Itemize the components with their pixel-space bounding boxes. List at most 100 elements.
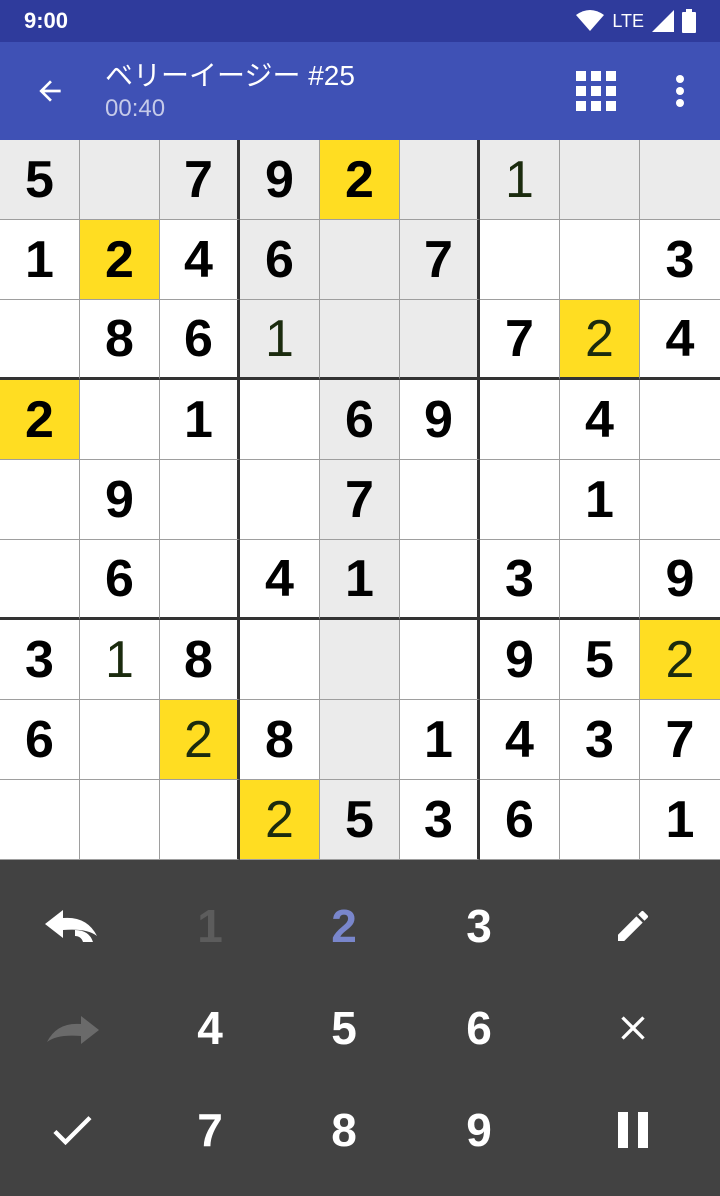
board-cell[interactable]: 9 [480, 620, 560, 700]
board-cell[interactable] [400, 140, 480, 220]
board-cell[interactable] [400, 300, 480, 380]
board-cell[interactable] [640, 460, 720, 540]
board-cell[interactable]: 5 [320, 780, 400, 860]
board-cell[interactable]: 8 [160, 620, 240, 700]
board-cell[interactable]: 4 [240, 540, 320, 620]
board-cell[interactable] [640, 140, 720, 220]
board-cell[interactable]: 7 [400, 220, 480, 300]
board-cell[interactable]: 2 [0, 380, 80, 460]
board-cell[interactable] [160, 460, 240, 540]
grid-icon [576, 71, 616, 111]
redo-button[interactable] [0, 977, 144, 1079]
board-cell[interactable]: 2 [640, 620, 720, 700]
board-cell[interactable] [400, 540, 480, 620]
board-cell[interactable]: 4 [480, 700, 560, 780]
board-cell[interactable]: 2 [80, 220, 160, 300]
board-cell[interactable] [0, 300, 80, 380]
board-cell[interactable] [320, 220, 400, 300]
board-cell[interactable]: 1 [0, 220, 80, 300]
board-cell[interactable]: 5 [560, 620, 640, 700]
board-cell[interactable] [400, 620, 480, 700]
board-cell[interactable]: 9 [400, 380, 480, 460]
board-cell[interactable]: 7 [160, 140, 240, 220]
board-cell[interactable] [480, 380, 560, 460]
board-cell[interactable]: 8 [240, 700, 320, 780]
board-cell[interactable]: 3 [560, 700, 640, 780]
board-cell[interactable]: 6 [320, 380, 400, 460]
board-cell[interactable]: 2 [240, 780, 320, 860]
board-cell[interactable] [240, 460, 320, 540]
board-cell[interactable]: 1 [240, 300, 320, 380]
board-cell[interactable]: 1 [640, 780, 720, 860]
digit-key-4[interactable]: 4 [144, 977, 276, 1079]
board-cell[interactable] [0, 780, 80, 860]
board-cell[interactable]: 6 [80, 540, 160, 620]
digit-key-5[interactable]: 5 [276, 977, 412, 1079]
board-cell[interactable] [80, 140, 160, 220]
digit-key-8[interactable]: 8 [276, 1079, 412, 1181]
erase-button[interactable] [546, 977, 720, 1079]
digit-key-9[interactable]: 9 [412, 1079, 546, 1181]
back-button[interactable] [0, 42, 100, 140]
board-cell[interactable]: 8 [80, 300, 160, 380]
board-cell[interactable]: 9 [240, 140, 320, 220]
board-cell[interactable]: 1 [320, 540, 400, 620]
board-cell[interactable]: 2 [160, 700, 240, 780]
board-cell[interactable]: 3 [400, 780, 480, 860]
board-cell[interactable] [160, 780, 240, 860]
check-button[interactable] [0, 1079, 144, 1181]
board-cell[interactable] [560, 540, 640, 620]
digit-key-2[interactable]: 2 [276, 875, 412, 977]
board-cell[interactable]: 9 [640, 540, 720, 620]
board-cell[interactable] [480, 220, 560, 300]
board-cell[interactable] [240, 380, 320, 460]
board-cell[interactable] [320, 300, 400, 380]
board-cell[interactable] [480, 460, 560, 540]
board-cell[interactable] [0, 460, 80, 540]
grid-button[interactable] [552, 42, 640, 140]
digit-key-6[interactable]: 6 [412, 977, 546, 1079]
board-cell[interactable] [320, 620, 400, 700]
digit-key-1[interactable]: 1 [144, 875, 276, 977]
board-cell[interactable]: 9 [80, 460, 160, 540]
board-cell[interactable]: 4 [560, 380, 640, 460]
board-cell[interactable] [320, 700, 400, 780]
board-cell[interactable]: 4 [160, 220, 240, 300]
board-cell[interactable]: 6 [0, 700, 80, 780]
board-cell[interactable] [560, 140, 640, 220]
digit-key-7[interactable]: 7 [144, 1079, 276, 1181]
board-cell[interactable]: 4 [640, 300, 720, 380]
board-cell[interactable]: 2 [320, 140, 400, 220]
board-cell[interactable] [640, 380, 720, 460]
board-cell[interactable]: 2 [560, 300, 640, 380]
board-cell[interactable]: 3 [480, 540, 560, 620]
board-cell[interactable]: 1 [400, 700, 480, 780]
board-cell[interactable] [0, 540, 80, 620]
board-cell[interactable]: 1 [480, 140, 560, 220]
board-cell[interactable]: 6 [480, 780, 560, 860]
board-cell[interactable] [240, 620, 320, 700]
board-cell[interactable]: 1 [560, 460, 640, 540]
more-options-button[interactable] [640, 42, 720, 140]
board-cell[interactable] [80, 700, 160, 780]
board-cell[interactable]: 6 [160, 300, 240, 380]
board-cell[interactable] [400, 460, 480, 540]
board-cell[interactable]: 5 [0, 140, 80, 220]
pause-button[interactable] [546, 1079, 720, 1181]
board-cell[interactable] [560, 780, 640, 860]
board-cell[interactable]: 1 [80, 620, 160, 700]
board-cell[interactable]: 6 [240, 220, 320, 300]
board-cell[interactable]: 7 [320, 460, 400, 540]
board-cell[interactable] [560, 220, 640, 300]
pencil-button[interactable] [546, 875, 720, 977]
board-cell[interactable] [80, 780, 160, 860]
board-cell[interactable]: 7 [480, 300, 560, 380]
board-cell[interactable]: 3 [640, 220, 720, 300]
board-cell[interactable]: 1 [160, 380, 240, 460]
undo-button[interactable] [0, 875, 144, 977]
board-cell[interactable] [80, 380, 160, 460]
board-cell[interactable]: 3 [0, 620, 80, 700]
digit-key-3[interactable]: 3 [412, 875, 546, 977]
board-cell[interactable] [160, 540, 240, 620]
board-cell[interactable]: 7 [640, 700, 720, 780]
